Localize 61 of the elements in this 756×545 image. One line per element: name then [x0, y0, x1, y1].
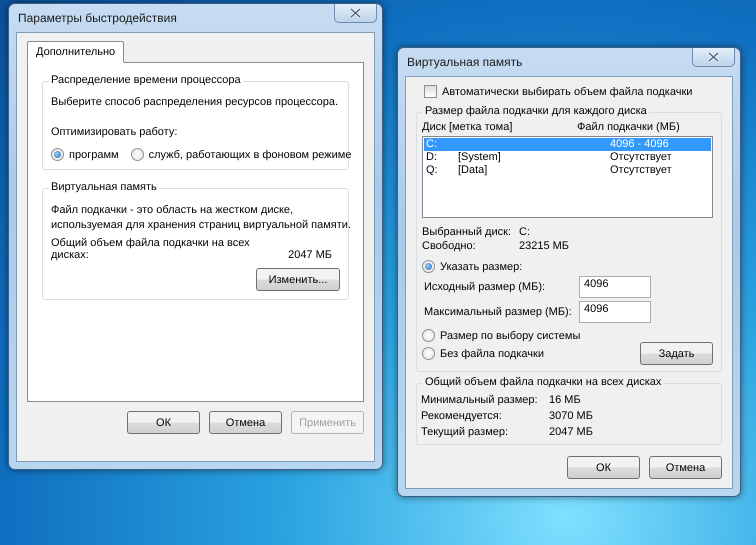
total-label: Рекомендуется:: [421, 410, 503, 422]
size-field[interactable]: 4096: [579, 276, 651, 298]
info-value: C:: [519, 226, 531, 238]
dialog-button[interactable]: Отмена: [209, 411, 282, 434]
table-cell-text: [Data]: [458, 164, 488, 177]
radio-label: Размер по выбору системы: [440, 330, 580, 342]
total-label: Минимальный размер:: [421, 394, 539, 406]
change-button[interactable]: Изменить...: [256, 268, 340, 291]
dialog-button[interactable]: Отмена: [649, 456, 722, 479]
set-button[interactable]: Задать: [640, 342, 713, 365]
total-value: 2047 МБ: [549, 426, 594, 438]
radio-button[interactable]: [130, 148, 144, 161]
dialog-button[interactable]: ОК: [127, 411, 200, 434]
table-cell-text: Отсутствует: [610, 164, 673, 177]
list-row[interactable]: Q: [Data] Отсутствует: [424, 164, 711, 177]
table-cell-text: [System]: [458, 151, 502, 164]
optimize-label: Оптимизировать работу:: [51, 126, 178, 138]
info-label: Свободно:: [422, 240, 477, 252]
column-header: Файл подкачки (МБ): [577, 121, 681, 133]
radio-button[interactable]: [422, 347, 435, 360]
info-value: 23215 МБ: [519, 240, 570, 252]
field-label: Исходный размер (МБ):: [424, 281, 546, 293]
group-description: Файл подкачки - это область на жестком диске, используемая для хранения страниц виртуальной памяти.: [51, 203, 351, 233]
table-cell-text: C:: [426, 138, 438, 151]
close-button[interactable]: [692, 48, 735, 67]
close-button[interactable]: [334, 4, 377, 23]
dialog-button[interactable]: ОК: [567, 456, 640, 479]
checkbox[interactable]: [424, 85, 437, 98]
close-icon: [350, 8, 361, 18]
table-cell-text: 4096 - 4096: [610, 138, 670, 151]
table-cell-text: Q:: [426, 164, 439, 177]
group-title: Распределение времени процессора: [49, 74, 243, 86]
table-cell-text: Отсутствует: [610, 151, 673, 164]
drive-list[interactable]: C: 4096 - 4096 D: [System] Отсутствует Q: [Data] Отсутствует: [422, 136, 713, 218]
table-cell-text: D:: [426, 151, 438, 164]
radio-label: Указать размер:: [440, 260, 522, 272]
window-title: Параметры быстродействия: [17, 11, 177, 25]
field-label: Максимальный размер (МБ):: [424, 306, 572, 318]
list-row[interactable]: D: [System] Отсутствует: [424, 151, 711, 164]
radio-button[interactable]: [422, 329, 435, 342]
info-label: Выбранный диск:: [422, 226, 512, 238]
size-field[interactable]: 4096: [579, 301, 651, 323]
total-label: Общий объем файла подкачки на всех дисках:: [51, 237, 251, 261]
radio-label: служб, работающих в фоновом режиме: [148, 148, 352, 160]
column-header: Диск [метка тома]: [422, 121, 514, 133]
total-label: Текущий размер:: [421, 426, 510, 438]
radio-button[interactable]: [51, 148, 64, 161]
group-title: Общий объем файла подкачки на всех дисках: [423, 376, 664, 388]
group-description: Выберите способ распределения ресурсов процессора.: [51, 96, 340, 108]
group-title: Виртуальная память: [49, 181, 159, 193]
total-value: 3070 МБ: [549, 410, 594, 422]
radio-label: Без файла подкачки: [440, 348, 544, 360]
tab[interactable]: Дополнительно: [27, 41, 124, 63]
close-icon: [708, 52, 719, 62]
window-title: Виртуальная память: [406, 55, 522, 69]
total-value: 2047 МБ: [288, 249, 332, 261]
radio-label: программ: [69, 148, 119, 160]
checkbox-label: Автоматически выбирать объем файла подкачки: [442, 86, 692, 98]
group-title: Размер файла подкачки для каждого диска: [423, 105, 649, 117]
total-value: 16 МБ: [549, 394, 582, 406]
radio-button[interactable]: [422, 260, 435, 273]
